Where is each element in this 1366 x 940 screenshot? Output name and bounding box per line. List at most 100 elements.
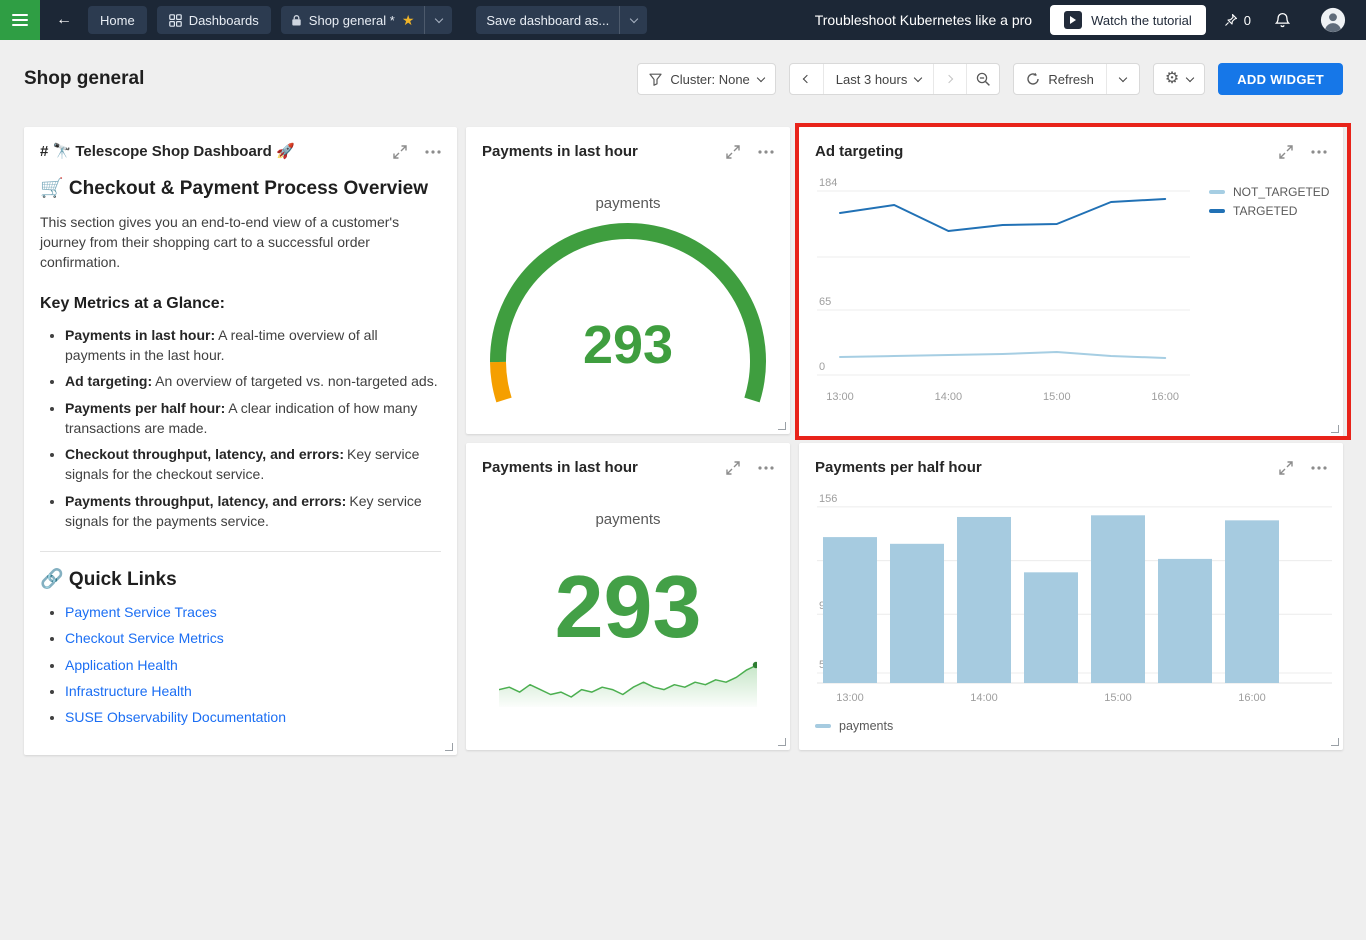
- quick-link[interactable]: Application Health: [65, 657, 178, 673]
- expand-icon[interactable]: [1279, 145, 1293, 159]
- resize-handle[interactable]: [1331, 425, 1339, 433]
- svg-text:57: 57: [819, 659, 831, 671]
- back-arrow-icon: ←: [56, 11, 72, 29]
- refresh-button[interactable]: Refresh: [1014, 64, 1106, 94]
- pin-icon: [1224, 13, 1238, 27]
- more-options-icon[interactable]: [1311, 150, 1327, 154]
- quick-links-list: Payment Service Traces Checkout Service …: [40, 603, 441, 726]
- cluster-filter-button[interactable]: Cluster: None: [637, 63, 775, 95]
- pin-count: 0: [1244, 13, 1251, 28]
- chevron-down-icon: [1119, 73, 1127, 81]
- resize-handle[interactable]: [778, 738, 786, 746]
- resize-handle[interactable]: [445, 743, 453, 751]
- list-item: Application Health: [65, 656, 441, 674]
- back-button[interactable]: ←: [50, 11, 78, 29]
- quick-link[interactable]: Infrastructure Health: [65, 683, 192, 699]
- user-menu-button[interactable]: [1314, 7, 1352, 33]
- quick-link[interactable]: Checkout Service Metrics: [65, 630, 224, 646]
- legend-swatch-not-targeted: [1209, 190, 1225, 194]
- pinned-items-button[interactable]: 0: [1224, 13, 1251, 28]
- payments-bar-plot: 156925713:0014:0015:0016:00: [799, 443, 1343, 750]
- dashboard-name-button[interactable]: Shop general * ★: [281, 6, 425, 34]
- svg-text:14:00: 14:00: [935, 391, 963, 403]
- time-back-button[interactable]: [790, 64, 823, 94]
- topbar: ← Home Dashboards Shop general * ★ Save …: [0, 0, 1366, 40]
- metrics-list: Payments in last hour:A real-time overvi…: [40, 325, 441, 532]
- big-number-value: 293: [466, 562, 790, 652]
- play-icon: [1064, 11, 1082, 29]
- dashboard-controls: Cluster: None Last 3 hours Refresh ⚙ ADD…: [637, 63, 1343, 95]
- widget-ad-targeting: Ad targeting 18465013:0014:0015:0016:00 …: [799, 127, 1343, 437]
- widget-title: # 🔭 Telescope Shop Dashboard 🚀: [40, 142, 295, 161]
- svg-text:184: 184: [819, 177, 837, 189]
- watch-tutorial-button[interactable]: Watch the tutorial: [1050, 5, 1206, 35]
- expand-icon[interactable]: [726, 461, 740, 475]
- chevron-down-icon: [914, 73, 922, 81]
- chevron-down-icon: [1186, 73, 1194, 81]
- svg-text:15:00: 15:00: [1104, 692, 1132, 704]
- more-options-icon[interactable]: [758, 150, 774, 154]
- widget-payments-gauge: Payments in last hour payments 293: [466, 127, 790, 434]
- list-item: Checkout Service Metrics: [65, 629, 441, 647]
- chevron-down-icon: [629, 14, 637, 22]
- ad-targeting-plot: 18465013:0014:0015:0016:00: [799, 127, 1343, 437]
- add-widget-button[interactable]: ADD WIDGET: [1218, 63, 1343, 95]
- more-options-icon[interactable]: [758, 466, 774, 470]
- settings-button[interactable]: ⚙: [1153, 63, 1205, 95]
- svg-text:16:00: 16:00: [1238, 692, 1266, 704]
- metric-label: payments: [466, 195, 790, 212]
- menu-button[interactable]: [0, 0, 40, 40]
- more-options-icon[interactable]: [425, 150, 441, 154]
- chevron-down-icon: [757, 73, 765, 81]
- list-item: Ad targeting:An overview of targeted vs.…: [65, 371, 441, 391]
- legend-item[interactable]: NOT_TARGETED: [1209, 185, 1329, 199]
- time-range-button[interactable]: Last 3 hours: [823, 64, 934, 94]
- favorite-star-icon[interactable]: ★: [402, 13, 415, 27]
- resize-handle[interactable]: [778, 422, 786, 430]
- list-item: SUSE Observability Documentation: [65, 708, 441, 726]
- quick-link[interactable]: Payment Service Traces: [65, 604, 217, 620]
- svg-text:65: 65: [819, 296, 831, 308]
- legend-swatch-targeted: [1209, 209, 1225, 213]
- expand-icon[interactable]: [726, 145, 740, 159]
- chart-legend: NOT_TARGETED TARGETED: [1209, 185, 1329, 218]
- promo-text: Troubleshoot Kubernetes like a pro: [815, 12, 1032, 28]
- avatar: [1320, 7, 1346, 33]
- legend-item[interactable]: payments: [815, 719, 893, 733]
- expand-icon[interactable]: [393, 145, 407, 159]
- grid-icon: [169, 14, 182, 27]
- page-header: Shop general Cluster: None Last 3 hours …: [0, 40, 1366, 118]
- svg-text:0: 0: [819, 361, 825, 373]
- save-dashboard-group: Save dashboard as...: [476, 6, 647, 34]
- notifications-button[interactable]: [1269, 12, 1296, 28]
- home-button[interactable]: Home: [88, 6, 147, 34]
- funnel-icon: [649, 73, 662, 86]
- gauge-value: 293: [466, 316, 790, 374]
- lock-icon: [291, 14, 302, 27]
- legend-item[interactable]: TARGETED: [1209, 204, 1329, 218]
- payments-sparkline-plot: [499, 657, 757, 711]
- refresh-control: Refresh: [1013, 63, 1140, 95]
- quick-link[interactable]: SUSE Observability Documentation: [65, 709, 286, 725]
- chevron-right-icon: [945, 75, 953, 83]
- widget-title: Payments per half hour: [815, 458, 982, 477]
- dashboard-selector: Shop general * ★: [281, 6, 453, 34]
- svg-text:14:00: 14:00: [970, 692, 998, 704]
- section-heading: 🛒 Checkout & Payment Process Overview: [40, 176, 441, 200]
- dashboard-selector-chevron[interactable]: [424, 6, 452, 34]
- metrics-heading: Key Metrics at a Glance:: [40, 295, 441, 313]
- save-dashboard-chevron[interactable]: [619, 6, 647, 34]
- more-options-icon[interactable]: [1311, 466, 1327, 470]
- zoom-out-button[interactable]: [966, 64, 999, 94]
- intro-paragraph: This section gives you an end-to-end vie…: [40, 213, 441, 273]
- refresh-options-button[interactable]: [1106, 64, 1139, 94]
- dashboards-button[interactable]: Dashboards: [157, 6, 271, 34]
- list-item: Payments throughput, latency, and errors…: [65, 491, 441, 532]
- widget-title: Payments in last hour: [482, 458, 638, 477]
- resize-handle[interactable]: [1331, 738, 1339, 746]
- expand-icon[interactable]: [1279, 461, 1293, 475]
- chevron-down-icon: [435, 14, 443, 22]
- time-forward-button[interactable]: [933, 64, 966, 94]
- widget-title: Payments in last hour: [482, 142, 638, 161]
- save-dashboard-button[interactable]: Save dashboard as...: [476, 6, 619, 34]
